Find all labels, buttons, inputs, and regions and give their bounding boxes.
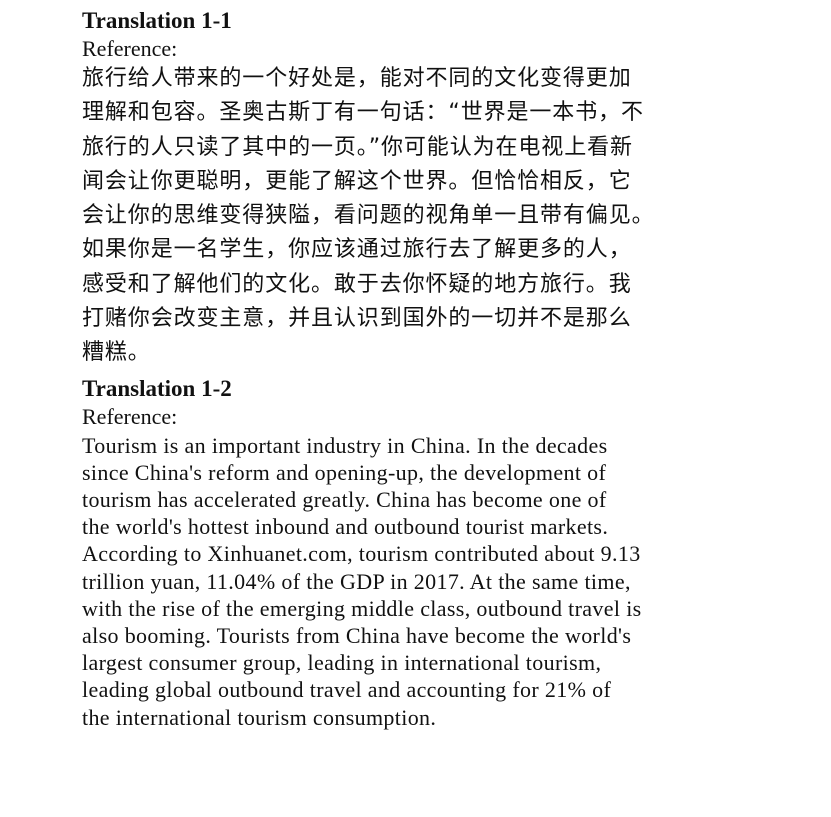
paragraph-line: with the rise of the emerging middle cla… [82,595,642,621]
section-title-translation-1-2: Translation 1-2 [82,375,232,401]
section-title-translation-1-1: Translation 1-1 [82,8,232,33]
paragraph-line: Tourism is an important industry in Chin… [82,432,608,458]
paragraph-line: 旅行给人带来的一个好处是，能对不同的文化变得更加 [82,66,632,91]
paragraph-line: 会让你的思维变得狭隘，看问题的视角单一且带有偏见。 [82,203,655,229]
paragraph-line: leading global outbound travel and accou… [82,677,612,703]
reference-label: Reference: [82,403,178,429]
paragraph-line: the international tourism consumption. [82,704,437,730]
paragraph-line: 糟糕。 [82,340,151,366]
paragraph-line: the world's hottest inbound and outbound… [82,514,609,540]
paragraph-line: trillion yuan, 11.04% of the GDP in 2017… [82,568,631,594]
paragraph-line: 感受和了解他们的文化。敢于去你怀疑的地方旅行。我 [82,271,632,297]
paragraph-line: since China's reform and opening-up, the… [82,459,607,485]
paragraph-line: also booming. Tourists from China have b… [82,622,632,648]
chinese-reference-paragraph: 旅行给人带来的一个好处是，能对不同的文化变得更加 理解和包容。圣奥古斯丁有一句话… [82,62,812,371]
reference-label: Reference: [82,36,178,61]
paragraph-line: largest consumer group, leading in inter… [82,650,602,676]
paragraph-line: 旅行的人只读了其中的一页。”你可能认为在电视上看新 [82,134,633,160]
paragraph-line: 理解和包容。圣奥古斯丁有一句话：“世界是一本书，不 [82,100,644,126]
paragraph-line: 如果你是一名学生，你应该通过旅行去了解更多的人， [82,237,632,263]
paragraph-line: 打赌你会改变主意，并且认识到国外的一切并不是那么 [82,306,632,332]
document-page: Translation 1-1 Reference: 旅行给人带来的一个好处是，… [82,6,812,731]
paragraph-line: 闻会让你更聪明，更能了解这个世界。但恰恰相反，它 [82,168,632,194]
paragraph-line: tourism has accelerated greatly. China h… [82,487,607,513]
paragraph-line: According to Xinhuanet.com, tourism cont… [82,541,641,567]
english-reference-paragraph: Tourism is an important industry in Chin… [82,432,812,731]
